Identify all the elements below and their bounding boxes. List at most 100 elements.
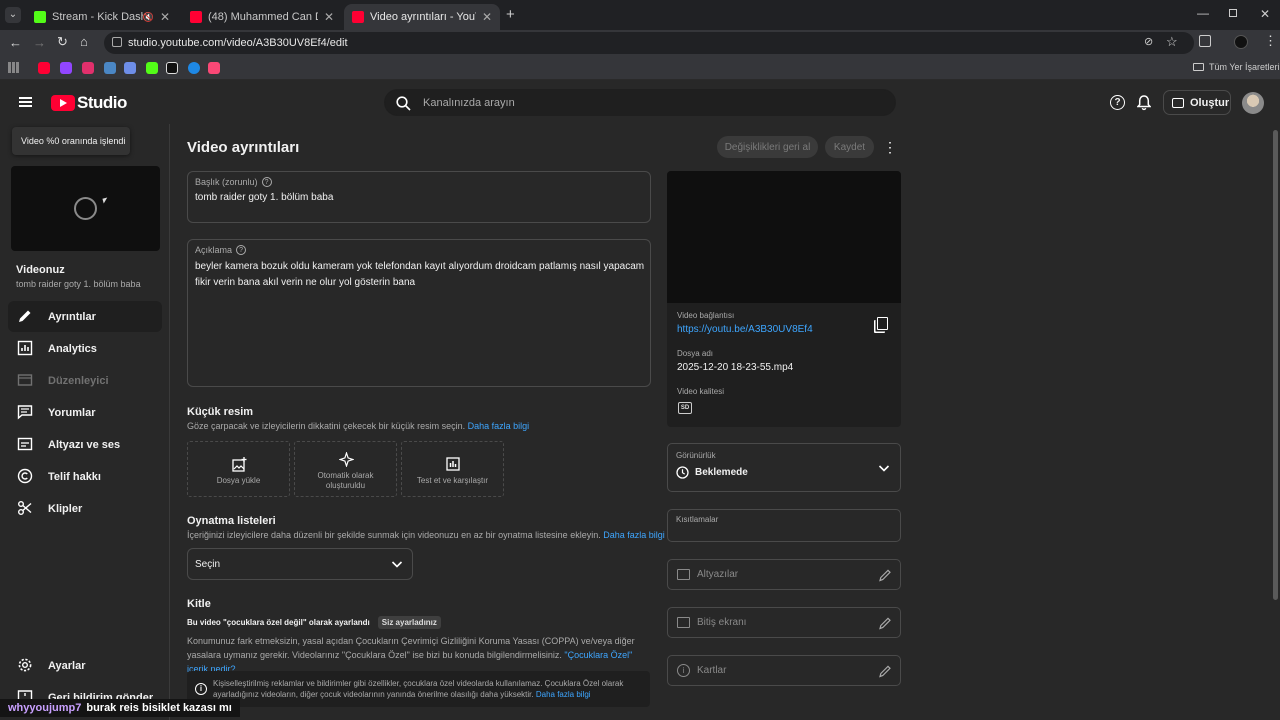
close-icon[interactable]: ✕: [160, 10, 170, 24]
stream-chat-overlay: whyyoujump7 burak reis bisiklet kazası m…: [0, 699, 240, 717]
subtitles-row[interactable]: Altyazılar: [667, 559, 901, 590]
video-link-label: Video bağlantısı: [677, 311, 735, 320]
video-preview-thumbnail[interactable]: [11, 166, 160, 251]
auto-generated-thumbnail-button[interactable]: Otomatik olarak oluşturuldu: [294, 441, 397, 497]
visibility-label: Görünürlük: [676, 451, 716, 460]
sidebar-item-analytics[interactable]: Analytics: [8, 333, 162, 364]
auto-generated-thumbnail-label: Otomatik olarak oluşturuldu: [317, 471, 374, 490]
bookmark-tiktok-icon[interactable]: [166, 62, 178, 74]
chat-username: whyyoujump7: [8, 702, 82, 714]
upload-thumbnail-label: Dosya yükle: [216, 476, 261, 485]
sidebar-item-copyright[interactable]: Telif hakkı: [8, 461, 162, 492]
profile-icon[interactable]: [1234, 35, 1248, 49]
playlists-heading: Oynatma listeleri: [187, 515, 276, 527]
bookmark-kick-icon[interactable]: [146, 62, 158, 74]
sidebar-item-editor[interactable]: Düzenleyici: [8, 365, 162, 396]
audience-status: Bu video "çocuklara özel değil" olarak a…: [187, 616, 441, 629]
bookmark-youtube-icon[interactable]: [38, 62, 50, 74]
upload-thumbnail-button[interactable]: Dosya yükle: [187, 441, 290, 497]
tab-list-chevron-icon[interactable]: ⌄: [5, 7, 21, 23]
bookmark-instagram-icon[interactable]: [82, 62, 94, 74]
help-icon[interactable]: ?: [1110, 95, 1125, 110]
bookmarks-folder[interactable]: Tüm Yer İşaretleri: [1193, 62, 1280, 72]
test-compare-thumbnail-button[interactable]: Test et ve karşılaştır: [401, 441, 504, 497]
edit-pencil-icon[interactable]: [878, 568, 892, 582]
sidebar-item-subtitles[interactable]: Altyazı ve ses: [8, 429, 162, 460]
tab-label: Stream - Kick Dashboard: [52, 11, 143, 23]
audience-info-learn-more-link[interactable]: Daha fazla bilgi: [536, 690, 591, 699]
subtitles-icon: [677, 569, 690, 580]
minimize-icon[interactable]: —: [1197, 6, 1209, 20]
bookmark-twitch-icon[interactable]: [60, 62, 72, 74]
cards-row[interactable]: i Kartlar: [667, 655, 901, 686]
address-bar-row: ← → ↻ ⌂ studio.youtube.com/video/A3B30UV…: [0, 30, 1280, 56]
description-field[interactable]: Açıklama ? beyler kamera bozuk oldu kame…: [187, 239, 651, 387]
window-close-icon[interactable]: ✕: [1260, 7, 1270, 21]
studio-logo[interactable]: Studio: [51, 93, 127, 113]
help-circle-icon[interactable]: ?: [261, 177, 272, 187]
home-icon[interactable]: ⌂: [80, 34, 88, 49]
sidebar-item-settings[interactable]: Ayarlar: [8, 650, 162, 681]
copy-icon[interactable]: [877, 317, 888, 330]
browser-tab-studio[interactable]: Video ayrıntıları - YouTube Stu ✕: [344, 4, 500, 30]
undo-changes-button[interactable]: Değişiklikleri geri al: [717, 136, 818, 158]
apps-grid-icon[interactable]: [8, 62, 19, 73]
video-link[interactable]: https://youtu.be/A3B30UV8Ef4: [677, 324, 813, 335]
extensions-icon[interactable]: [1199, 35, 1211, 47]
close-icon[interactable]: ✕: [324, 10, 334, 24]
playlist-select[interactable]: Seçin: [187, 548, 413, 580]
save-button[interactable]: Kaydet: [825, 136, 874, 158]
search-input[interactable]: Kanalınızda arayın: [384, 89, 896, 116]
menu-dots-icon[interactable]: ⋮: [1264, 33, 1277, 49]
mute-icon[interactable]: 🔇: [143, 12, 154, 23]
search-placeholder: Kanalınızda arayın: [423, 96, 515, 109]
new-tab-icon[interactable]: +: [506, 6, 515, 23]
star-icon[interactable]: ☆: [1166, 34, 1178, 50]
browser-tab-kick[interactable]: Stream - Kick Dashboard 🔇 ✕: [26, 4, 178, 30]
restrictions-box[interactable]: Kısıtlamalar: [667, 509, 901, 542]
thumbnail-learn-more-link[interactable]: Daha fazla bilgi: [468, 421, 530, 431]
end-screen-row[interactable]: Bitiş ekranı: [667, 607, 901, 638]
sidebar-item-clips[interactable]: Klipler: [8, 493, 162, 524]
subtitles-icon: [17, 437, 33, 451]
create-label: Oluştur: [1190, 96, 1230, 109]
close-icon[interactable]: ✕: [482, 10, 492, 24]
notifications-bell-icon[interactable]: [1137, 95, 1151, 111]
bookmark-translate-icon[interactable]: [124, 62, 136, 74]
subtitles-label: Altyazılar: [697, 569, 739, 580]
visibility-select[interactable]: Görünürlük Beklemede: [667, 443, 901, 492]
hamburger-menu-icon[interactable]: [19, 97, 32, 107]
thumbnail-desc: Göze çarpacak ve izleyicilerin dikkatini…: [187, 421, 530, 431]
bookmarks-folder-label: Tüm Yer İşaretleri: [1209, 62, 1280, 72]
video-player[interactable]: [667, 171, 901, 303]
page-scrollbar[interactable]: [1273, 130, 1278, 600]
create-button[interactable]: Oluştur: [1163, 90, 1231, 115]
back-icon[interactable]: ←: [9, 35, 22, 50]
url-input[interactable]: studio.youtube.com/video/A3B30UV8Ef4/edi…: [104, 32, 1194, 54]
processing-toast: Video %0 oranında işlendi: [12, 127, 130, 155]
bookmark-steam-icon[interactable]: [104, 62, 116, 74]
reload-icon[interactable]: ↻: [57, 34, 68, 50]
studio-header: Studio Kanalınızda arayın ? Oluştur: [0, 80, 1280, 124]
help-circle-icon[interactable]: ?: [236, 245, 247, 255]
account-avatar[interactable]: [1242, 92, 1264, 114]
edit-pencil-icon[interactable]: [878, 616, 892, 630]
site-info-icon[interactable]: [112, 37, 122, 47]
sidebar-item-comments[interactable]: Yorumlar: [8, 397, 162, 428]
sidebar-item-label: Ayrıntılar: [48, 310, 96, 323]
title-field[interactable]: Başlık (zorunlu) ? tomb raider goty 1. b…: [187, 171, 651, 223]
bookmark-play-icon[interactable]: [188, 62, 200, 74]
forward-icon[interactable]: →: [33, 35, 46, 50]
eye-off-icon[interactable]: ⊘: [1144, 35, 1153, 48]
kick-icon: [34, 11, 46, 23]
browser-tab-youtube[interactable]: (48) Muhammed Can Dağlı - Yo ✕: [182, 4, 342, 30]
end-screen-icon: [677, 617, 690, 628]
video-title: tomb raider goty 1. bölüm baba: [16, 279, 141, 289]
description-field-value: beyler kamera bozuk oldu kameram yok tel…: [195, 261, 645, 288]
playlists-learn-more-link[interactable]: Daha fazla bilgi: [603, 530, 665, 540]
sidebar-item-details[interactable]: Ayrıntılar: [8, 301, 162, 332]
more-options-icon[interactable]: ⋮: [883, 139, 897, 156]
edit-pencil-icon[interactable]: [878, 664, 892, 678]
bookmark-music-icon[interactable]: [208, 62, 220, 74]
maximize-icon[interactable]: [1229, 9, 1237, 17]
